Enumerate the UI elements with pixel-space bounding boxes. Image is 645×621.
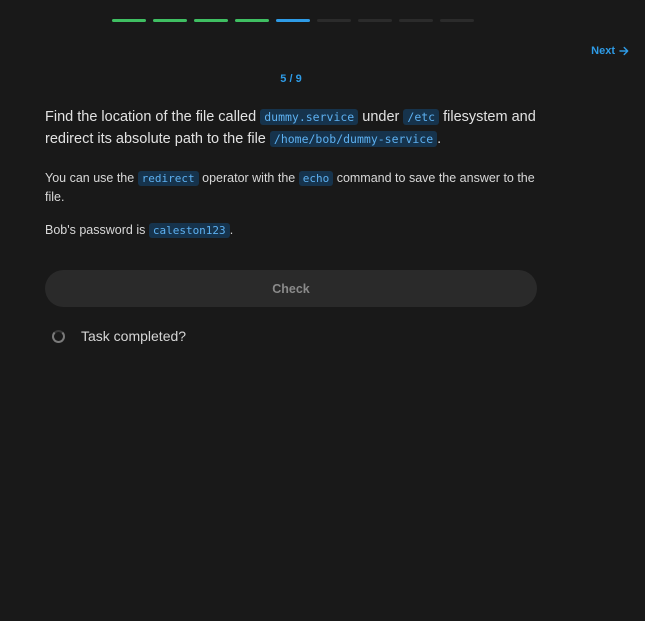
progress-segment-todo [317,19,351,22]
question-counter: 5 / 9 [280,73,302,85]
code-echo: echo [298,171,334,186]
arrow-right-icon [619,46,629,56]
task-completed-label: Task completed? [81,328,187,344]
progress-segment-done [153,19,187,22]
code-dummy-service: dummy.service [260,109,359,125]
question-content: Find the location of the file called dum… [45,106,545,254]
code-password: caleston123 [148,223,230,238]
code-etc: /etc [403,109,440,125]
question-text: Find the location of the file called dum… [45,109,536,147]
lab-question-panel: Next 5 / 9 Find the location of the file… [0,0,645,621]
check-button[interactable]: Check [45,270,537,307]
progress-segment-done [235,19,269,22]
hint-text: You can use the redirect operator with t… [45,171,535,204]
loading-spinner-icon [52,329,65,343]
code-redirect: redirect [137,171,199,186]
progress-segment-done [194,19,228,22]
code-target-file: /home/bob/dummy-service [269,131,438,147]
progress-segment-todo [399,19,433,22]
progress-segment-current [276,19,310,22]
next-label: Next [591,45,615,57]
progress-segment-done [112,19,146,22]
progress-segment-todo [440,19,474,22]
password-text: Bob's password is caleston123. [45,223,234,238]
task-completed-toggle[interactable]: Task completed? [52,328,186,344]
progress-segment-todo [358,19,392,22]
next-button[interactable]: Next [591,45,629,57]
question-progress-bar [112,19,474,22]
